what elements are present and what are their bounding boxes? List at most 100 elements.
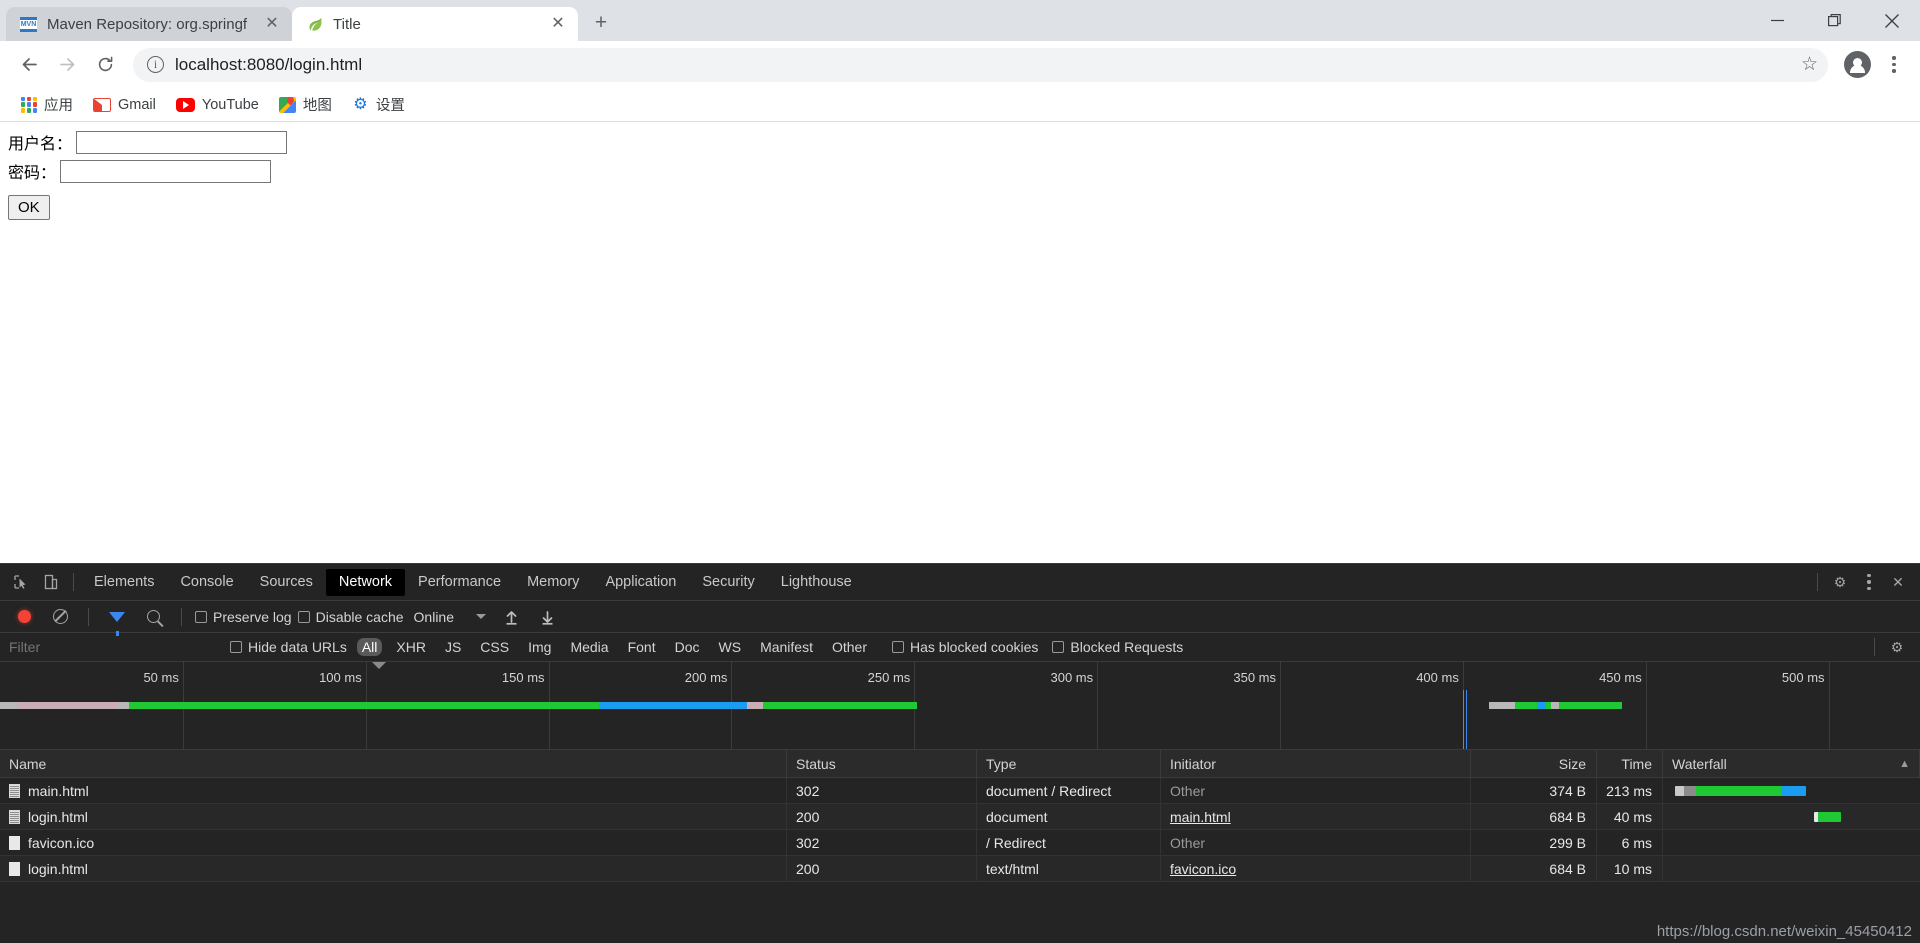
close-button[interactable]: [1863, 0, 1920, 41]
overview-drag-handle[interactable]: [372, 662, 386, 669]
bookmark-maps[interactable]: 地图: [270, 90, 341, 119]
devtools-tab-console[interactable]: Console: [167, 569, 246, 596]
close-icon[interactable]: ✕: [1883, 568, 1913, 596]
type-filter-manifest[interactable]: Manifest: [755, 638, 818, 656]
forward-button[interactable]: [50, 48, 84, 82]
timeline-tick-label: 500 ms: [1781, 670, 1825, 685]
type-filter-font[interactable]: Font: [623, 638, 661, 656]
cell-name[interactable]: login.html: [0, 803, 787, 830]
devtools-tab-network[interactable]: Network: [325, 568, 406, 596]
bookmark-gmail[interactable]: Gmail: [84, 93, 165, 117]
bookmark-star-icon[interactable]: ☆: [1801, 53, 1818, 76]
blocked-requests-checkbox[interactable]: Blocked Requests: [1052, 639, 1183, 655]
has-blocked-cookies-checkbox[interactable]: Has blocked cookies: [892, 639, 1038, 655]
sort-ascending-icon[interactable]: ▲: [1899, 750, 1910, 778]
cell-initiator: Other: [1161, 829, 1471, 856]
tab-strip: MVN Maven Repository: org.springf ✕ Titl…: [0, 0, 1920, 41]
minimize-button[interactable]: [1749, 0, 1806, 41]
devtools-tab-application[interactable]: Application: [592, 569, 689, 596]
cell-size: 299 B: [1471, 829, 1597, 856]
network-overview-timeline[interactable]: 50 ms 100 ms 150 ms 200 ms 250 ms 300 ms 350 m…: [0, 662, 1920, 750]
import-har-button[interactable]: [496, 603, 526, 631]
devtools-tab-sources[interactable]: Sources: [247, 569, 326, 596]
filter-input[interactable]: [0, 638, 230, 656]
type-filter-other[interactable]: Other: [827, 638, 872, 656]
cell-name[interactable]: main.html: [0, 777, 787, 804]
type-filter-xhr[interactable]: XHR: [391, 638, 431, 656]
table-row[interactable]: favicon.ico 302/ Redirect Other 299 B6 ms: [0, 829, 1920, 856]
overview-segment: [129, 702, 599, 709]
maximize-button[interactable]: [1806, 0, 1863, 41]
type-filter-ws[interactable]: WS: [714, 638, 747, 656]
type-filter-media[interactable]: Media: [565, 638, 613, 656]
close-icon[interactable]: ✕: [548, 14, 568, 34]
type-filter-css[interactable]: CSS: [475, 638, 514, 656]
gear-icon[interactable]: ⚙: [1825, 568, 1855, 596]
hide-data-urls-checkbox[interactable]: Hide data URLs: [230, 639, 347, 655]
cell-status: 200: [787, 855, 977, 882]
record-button[interactable]: [9, 603, 39, 631]
type-filter-all[interactable]: All: [356, 638, 383, 656]
browser-tab-title[interactable]: Title ✕: [292, 7, 578, 41]
export-har-button[interactable]: [532, 603, 562, 631]
chrome-menu-button[interactable]: [1880, 56, 1908, 73]
search-button[interactable]: [138, 603, 168, 631]
waterfall-segment: [1675, 785, 1684, 796]
waterfall-bar: [1675, 785, 1806, 796]
column-header-name[interactable]: Name: [0, 749, 787, 778]
info-icon[interactable]: i: [147, 56, 164, 73]
cell-waterfall: [1663, 830, 1920, 856]
type-filter-doc[interactable]: Doc: [670, 638, 705, 656]
clear-button[interactable]: [45, 603, 75, 631]
gear-icon[interactable]: ⚙: [1882, 633, 1912, 661]
overview-segment: [747, 702, 763, 709]
address-bar[interactable]: i localhost:8080/login.html ☆: [133, 47, 1828, 82]
column-header-initiator[interactable]: Initiator: [1161, 749, 1471, 778]
table-row[interactable]: login.html 200 text/html favicon.ico 684 B 10…: [0, 855, 1920, 882]
devtools-tab-elements[interactable]: Elements: [81, 569, 167, 596]
table-row[interactable]: main.html 302 document / Redirect Other 374 …: [0, 777, 1920, 804]
type-filter-img[interactable]: Img: [523, 638, 556, 656]
column-header-type[interactable]: Type: [977, 749, 1161, 778]
close-icon[interactable]: ✕: [262, 14, 282, 34]
cell-name[interactable]: login.html: [0, 855, 787, 882]
column-header-status[interactable]: Status: [787, 749, 977, 778]
browser-tab-maven[interactable]: MVN Maven Repository: org.springf ✕: [6, 7, 292, 41]
cell-name[interactable]: favicon.ico: [0, 829, 787, 856]
new-tab-button[interactable]: +: [587, 9, 615, 37]
devtools-menu-button[interactable]: [1855, 573, 1883, 591]
inspect-element-icon[interactable]: [6, 568, 36, 596]
column-header-waterfall[interactable]: Waterfall: [1672, 750, 1727, 778]
request-name: login.html: [28, 860, 88, 877]
cell-initiator-link[interactable]: favicon.ico: [1161, 855, 1471, 882]
type-filter-js[interactable]: JS: [440, 638, 466, 656]
avatar[interactable]: [1844, 51, 1871, 78]
preserve-log-checkbox[interactable]: Preserve log: [195, 609, 292, 625]
password-input[interactable]: [60, 159, 272, 183]
bookmark-label: YouTube: [201, 96, 259, 113]
reload-button[interactable]: [88, 48, 122, 82]
username-input[interactable]: [76, 130, 288, 154]
disable-cache-checkbox[interactable]: Disable cache: [297, 609, 404, 625]
device-toolbar-icon[interactable]: [36, 568, 66, 596]
column-header-time[interactable]: Time: [1597, 749, 1663, 778]
bookmark-apps[interactable]: 应用: [12, 90, 82, 119]
bookmark-settings[interactable]: ⚙ 设置: [343, 90, 414, 119]
back-button[interactable]: [12, 48, 46, 82]
table-row[interactable]: login.html 200 document main.html 684 B 40 ms: [0, 803, 1920, 830]
timeline-tick: 300 ms: [1051, 662, 1099, 749]
filter-button[interactable]: [102, 603, 132, 636]
request-name: main.html: [28, 782, 89, 799]
column-header-size[interactable]: Size: [1471, 749, 1597, 778]
devtools-tab-lighthouse[interactable]: Lighthouse: [768, 569, 865, 596]
username-label: 用户名：: [8, 136, 73, 153]
waterfall-segment: [1818, 811, 1841, 822]
devtools-tab-performance[interactable]: Performance: [405, 569, 514, 596]
cell-initiator-link[interactable]: main.html: [1161, 803, 1471, 830]
bookmark-youtube[interactable]: YouTube: [167, 93, 268, 117]
devtools-tab-security[interactable]: Security: [689, 569, 767, 596]
throttling-select[interactable]: Online: [410, 609, 490, 625]
devtools-tab-memory[interactable]: Memory: [514, 569, 592, 596]
submit-button[interactable]: OK: [8, 195, 50, 220]
cell-type: document: [977, 803, 1161, 830]
